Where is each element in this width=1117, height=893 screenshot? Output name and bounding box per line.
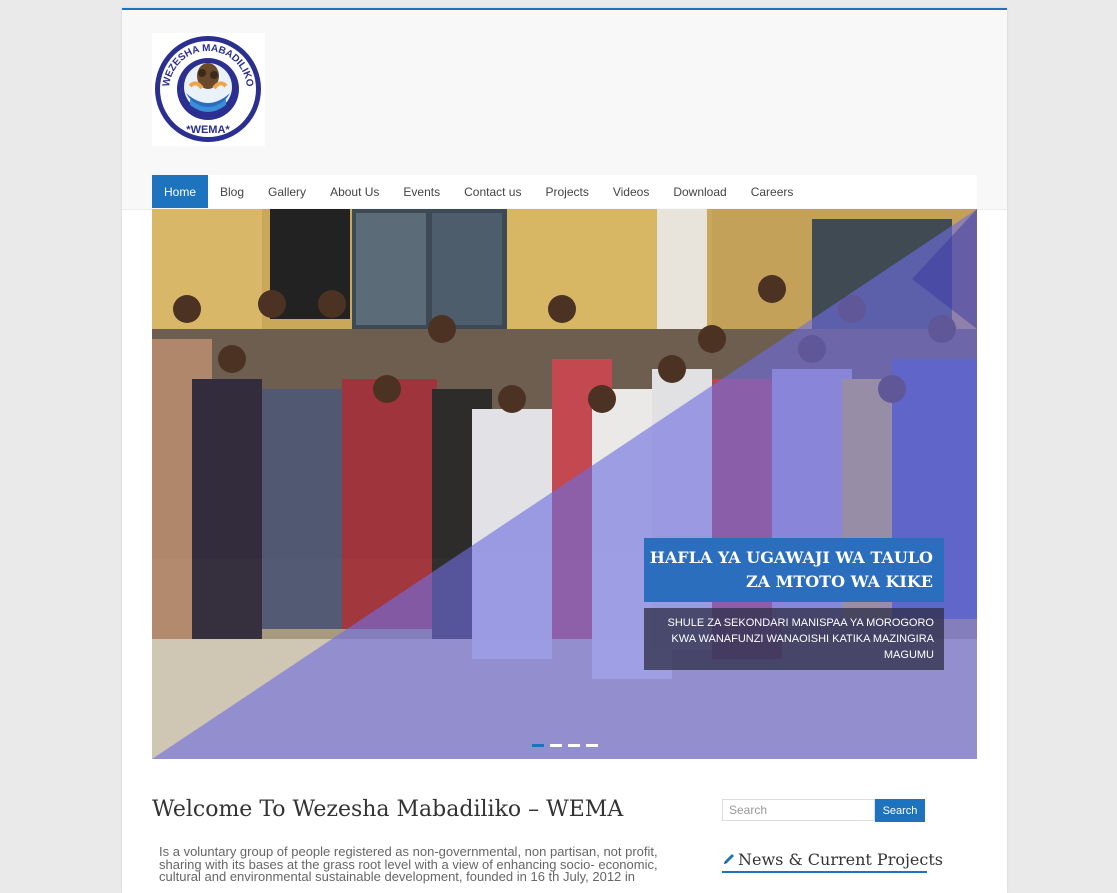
nav-item-videos[interactable]: Videos	[601, 175, 661, 208]
page-title: Welcome To Wezesha Mabadiliko – WEMA	[152, 797, 624, 822]
nav-item-label: Contact us	[464, 184, 522, 199]
news-widget-title: News & Current Projects	[722, 850, 943, 873]
nav-item-label: Events	[403, 184, 441, 199]
nav-item-label: Careers	[750, 184, 794, 199]
slider-dot-4[interactable]	[586, 744, 598, 747]
nav-item-label: Gallery	[268, 184, 307, 199]
nav-item-label: Home	[164, 184, 197, 199]
slide-title-line-1: HAFLA YA UGAWAJI WA TAULO	[649, 548, 933, 567]
slider-dot-2[interactable]	[550, 744, 562, 747]
nav-item-home[interactable]: Home	[152, 175, 209, 208]
search-button[interactable]: Search	[875, 799, 925, 822]
main-navigation: Home Blog Gallery About Us Events Contac…	[152, 175, 977, 208]
nav-item-gallery[interactable]: Gallery	[256, 175, 318, 208]
slide-photo	[152, 209, 977, 759]
nav-item-label: Projects	[545, 184, 589, 199]
pencil-icon	[724, 854, 734, 864]
nav-item-label: Videos	[612, 184, 650, 199]
nav-item-careers[interactable]: Careers	[739, 175, 806, 208]
nav-item-download[interactable]: Download	[661, 175, 738, 208]
nav-item-label: Download	[673, 184, 727, 199]
nav-item-events[interactable]: Events	[391, 175, 452, 208]
slide-subtitle-line-3: MAGUMU	[883, 649, 934, 661]
page-wrapper: WEZESHA MABADILIKO *WEMA* Home Blog Gall…	[122, 8, 1007, 893]
slide-subtitle-line-2: KWA WANAFUNZI WANAOISHI KATIKA MAZINGIRA	[671, 633, 934, 645]
search-input[interactable]	[722, 799, 875, 821]
site-logo[interactable]: WEZESHA MABADILIKO *WEMA*	[152, 33, 265, 146]
nav-item-blog[interactable]: Blog	[208, 175, 256, 208]
slider-dot-1[interactable]	[532, 744, 544, 747]
slider-dot-3[interactable]	[568, 744, 580, 747]
slide-title: HAFLA YA UGAWAJI WA TAULO ZA MTOTO WA KI…	[644, 538, 944, 602]
nav-item-about-us[interactable]: About Us	[318, 175, 391, 208]
news-widget-title-text: News & Current Projects	[738, 850, 943, 869]
logo-text-bottom: *WEMA*	[186, 124, 230, 136]
nav-item-projects[interactable]: Projects	[533, 175, 600, 208]
hero-slider[interactable]: HAFLA YA UGAWAJI WA TAULO ZA MTOTO WA KI…	[152, 209, 977, 759]
nav-item-label: About Us	[330, 184, 380, 199]
slide-title-line-2: ZA MTOTO WA KIKE	[745, 572, 933, 591]
nav-item-label: Blog	[220, 184, 245, 199]
slide-subtitle-line-1: SHULE ZA SEKONDARI MANISPAA YA MOROGORO	[667, 617, 934, 629]
nav-item-contact-us[interactable]: Contact us	[452, 175, 533, 208]
slider-pagination	[532, 744, 598, 747]
slide-subtitle: SHULE ZA SEKONDARI MANISPAA YA MOROGORO …	[644, 608, 944, 670]
wema-logo-icon: WEZESHA MABADILIKO *WEMA*	[155, 36, 261, 142]
intro-paragraph: Is a voluntary group of people registere…	[159, 844, 658, 884]
